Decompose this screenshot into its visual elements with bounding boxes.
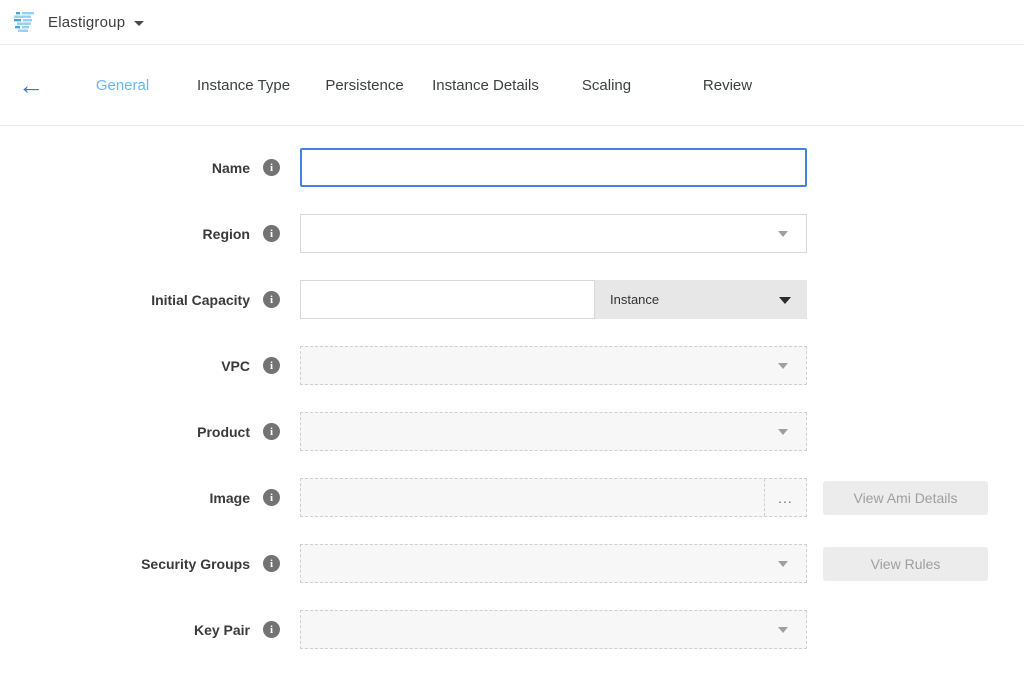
security-groups-label: Security Groups [0,556,250,572]
top-bar: Elastigroup [0,0,1024,45]
key-pair-info-icon[interactable]: i [263,621,280,638]
tab-scaling[interactable]: Scaling [546,77,667,94]
product-switcher-label[interactable]: Elastigroup [48,14,125,31]
chevron-down-icon [778,231,788,237]
image-picker[interactable]: ... [300,478,807,517]
tab-review[interactable]: Review [667,77,788,94]
capacity-unit-value: Instance [610,292,659,307]
chevron-down-icon [778,561,788,567]
key-pair-label: Key Pair [0,622,250,638]
name-info-icon[interactable]: i [263,159,280,176]
form-row-initial-capacity: Initial Capacity i Instance [0,280,1024,319]
form-row-region: Region i [0,214,1024,253]
form-row-name: Name i [0,148,1024,187]
back-arrow-icon[interactable]: ← [0,72,62,98]
vpc-label: VPC [0,358,250,374]
form-row-image: Image i ... View Ami Details [0,478,1024,517]
vpc-info-icon[interactable]: i [263,357,280,374]
view-rules-button[interactable]: View Rules [823,547,988,581]
region-select[interactable] [300,214,807,253]
tab-instance-details[interactable]: Instance Details [425,77,546,94]
chevron-down-icon [778,363,788,369]
elastigroup-logo-icon [14,12,38,32]
region-label: Region [0,226,250,242]
form-row-vpc: VPC i [0,346,1024,385]
vpc-select[interactable] [300,346,807,385]
product-switcher-caret-icon[interactable] [134,21,144,26]
chevron-down-icon [778,627,788,633]
tab-general[interactable]: General [62,77,183,94]
image-picker-value [301,479,764,516]
key-pair-select[interactable] [300,610,807,649]
chevron-down-icon [779,297,791,304]
image-info-icon[interactable]: i [263,489,280,506]
region-info-icon[interactable]: i [263,225,280,242]
name-input[interactable] [300,148,807,187]
image-browse-button[interactable]: ... [764,479,806,516]
initial-capacity-label: Initial Capacity [0,292,250,308]
product-select[interactable] [300,412,807,451]
tab-persistence[interactable]: Persistence [304,77,425,94]
form-row-product: Product i [0,412,1024,451]
product-info-icon[interactable]: i [263,423,280,440]
form-row-key-pair: Key Pair i [0,610,1024,649]
chevron-down-icon [778,429,788,435]
general-settings-form: Name i Region i Initial Capacity i Insta… [0,126,1024,649]
view-ami-details-button[interactable]: View Ami Details [823,481,988,515]
name-label: Name [0,160,250,176]
wizard-nav: ← General Instance Type Persistence Inst… [0,45,1024,126]
image-label: Image [0,490,250,506]
security-groups-select[interactable] [300,544,807,583]
product-label: Product [0,424,250,440]
security-groups-info-icon[interactable]: i [263,555,280,572]
capacity-unit-select[interactable]: Instance [595,280,807,319]
form-row-security-groups: Security Groups i View Rules [0,544,1024,583]
initial-capacity-info-icon[interactable]: i [263,291,280,308]
tab-instance-type[interactable]: Instance Type [183,77,304,94]
initial-capacity-input[interactable] [300,280,595,319]
